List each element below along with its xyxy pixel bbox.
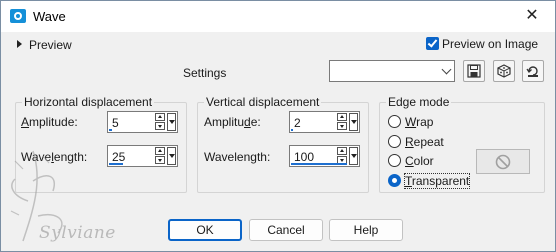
radio-wrap-label: Wrap [405, 115, 434, 129]
close-button[interactable]: ✕ [521, 5, 543, 27]
preview-on-image-label: Preview on Image [442, 37, 539, 51]
settings-dropdown[interactable] [329, 60, 455, 82]
v-amplitude-label: Amplitude: [204, 115, 261, 129]
radio-color-label: Color [405, 154, 434, 168]
v-amplitude-spinner[interactable]: 2 [289, 111, 360, 133]
radio-wrap[interactable] [388, 115, 401, 128]
v-amplitude-value[interactable]: 2 [294, 116, 301, 130]
cancel-button[interactable]: Cancel [249, 219, 323, 241]
v-amplitude-level-bar [291, 129, 293, 131]
h-amplitude-level-bar [109, 129, 112, 131]
randomize-button[interactable] [493, 60, 515, 82]
horizontal-displacement-title: Horizontal displacement [22, 95, 155, 109]
window-title: Wave [33, 9, 66, 24]
help-button[interactable]: Help [329, 219, 403, 241]
spin-up-icon[interactable] [337, 147, 347, 155]
spin-up-icon[interactable] [155, 147, 165, 155]
v-wavelength-level-bar [291, 163, 347, 165]
spin-down-icon[interactable] [155, 122, 165, 130]
v-wavelength-spinner[interactable]: 100 [289, 145, 360, 167]
reset-button[interactable] [522, 60, 544, 82]
edge-color-swatch[interactable] [476, 149, 530, 174]
h-amplitude-spinner[interactable]: 5 [107, 111, 178, 133]
dice-icon [497, 64, 511, 78]
h-amplitude-value[interactable]: 5 [112, 116, 119, 130]
no-color-icon [495, 154, 511, 170]
dropdown-arrow-icon[interactable] [349, 113, 358, 131]
spin-up-icon[interactable] [155, 113, 165, 121]
preview-on-image-toggle[interactable]: Preview on Image [426, 37, 546, 51]
dropdown-arrow-icon[interactable] [167, 113, 176, 131]
radio-transparent[interactable] [388, 174, 401, 187]
vertical-displacement-title: Vertical displacement [204, 95, 322, 109]
dropdown-arrow-icon[interactable] [349, 147, 358, 165]
edge-mode-color-option[interactable]: Color [388, 154, 478, 170]
app-icon [10, 9, 26, 23]
radio-repeat-label: Repeat [405, 135, 444, 149]
spin-down-icon[interactable] [337, 122, 347, 130]
spin-down-icon[interactable] [155, 156, 165, 164]
edge-mode-title: Edge mode [386, 95, 452, 109]
reset-icon [526, 66, 538, 77]
edge-mode-transparent-option[interactable]: Transparent [388, 173, 478, 190]
preview-on-image-checkbox[interactable] [426, 37, 439, 50]
radio-color[interactable] [388, 154, 401, 167]
preview-label: Preview [29, 38, 72, 52]
save-preset-button[interactable] [463, 60, 485, 82]
save-icon [467, 64, 481, 78]
dropdown-arrow-icon[interactable] [167, 147, 176, 165]
watermark-signature: Sylviane [39, 223, 116, 243]
chevron-down-icon [441, 64, 452, 75]
ok-button[interactable]: OK [168, 219, 242, 241]
h-amplitude-label: Amplitude: [21, 115, 78, 129]
settings-label: Settings [183, 66, 227, 80]
radio-repeat[interactable] [388, 135, 401, 148]
edge-mode-repeat-option[interactable]: Repeat [388, 135, 478, 151]
v-wavelength-value[interactable]: 100 [294, 150, 314, 164]
radio-transparent-label: Transparent [403, 173, 471, 189]
spin-up-icon[interactable] [337, 113, 347, 121]
wave-dialog: Wave ✕ Preview Preview on Image Settings [0, 0, 556, 252]
title-bar: Wave ✕ [1, 1, 555, 32]
triangle-right-icon [17, 40, 22, 48]
v-wavelength-label: Wavelength: [204, 150, 271, 164]
edge-mode-wrap-option[interactable]: Wrap [388, 115, 478, 131]
